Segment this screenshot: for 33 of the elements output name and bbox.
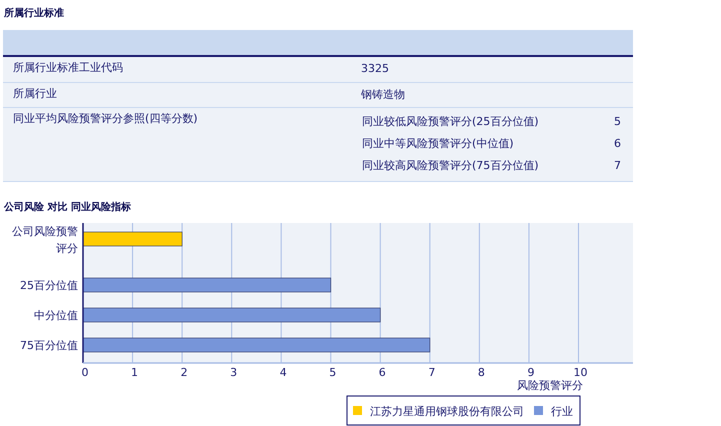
row-label: 同业平均风险预警评分参照(四等分数) (12, 111, 199, 127)
tick-label: 9 (527, 366, 534, 379)
row-value: 7 (614, 158, 622, 174)
axis-label: 中分位值 (34, 309, 78, 322)
row-value: 5 (614, 114, 622, 130)
axis-label: 公司风险预警评分 (12, 225, 78, 255)
legend-swatch (353, 406, 362, 415)
row-value: 3325 (360, 61, 390, 77)
tick-label: 10 (574, 366, 588, 379)
axis-title: 风险预警评分 (517, 379, 583, 392)
tick-label: 4 (280, 366, 287, 379)
legend-label: 行业 (551, 405, 573, 418)
chart-title: 公司风险 对比 同业风险指标 (2, 200, 132, 215)
row-value: 6 (614, 136, 622, 152)
row-label: 同业较高风险预警评分(75百分位值) (362, 158, 540, 174)
row-value: 钢铸造物 (360, 86, 406, 102)
tick-label: 7 (428, 366, 436, 379)
row-label: 所属行业 (12, 86, 58, 102)
row-label: 同业中等风险预警评分(中位值) (362, 136, 515, 152)
tick-label: 0 (82, 366, 88, 379)
legend-label: 江苏力星通用钢球股份有限公司 (370, 405, 524, 418)
axis-label: 25百分位值 (20, 279, 78, 292)
tick-label: 5 (329, 366, 336, 379)
tick-label: 6 (378, 366, 386, 379)
legend-swatch (534, 406, 543, 415)
row-label: 同业较低风险预警评分(25百分位值) (362, 114, 540, 130)
tick-label: 2 (180, 366, 188, 379)
section-title: 所属行业标准 (3, 6, 65, 21)
tick-label: 3 (230, 366, 238, 379)
tick-label: 1 (131, 366, 138, 379)
axis-label: 75百分位值 (20, 339, 78, 352)
row-label: 所属行业标准工业代码 (12, 60, 124, 76)
tick-label: 8 (478, 366, 485, 379)
